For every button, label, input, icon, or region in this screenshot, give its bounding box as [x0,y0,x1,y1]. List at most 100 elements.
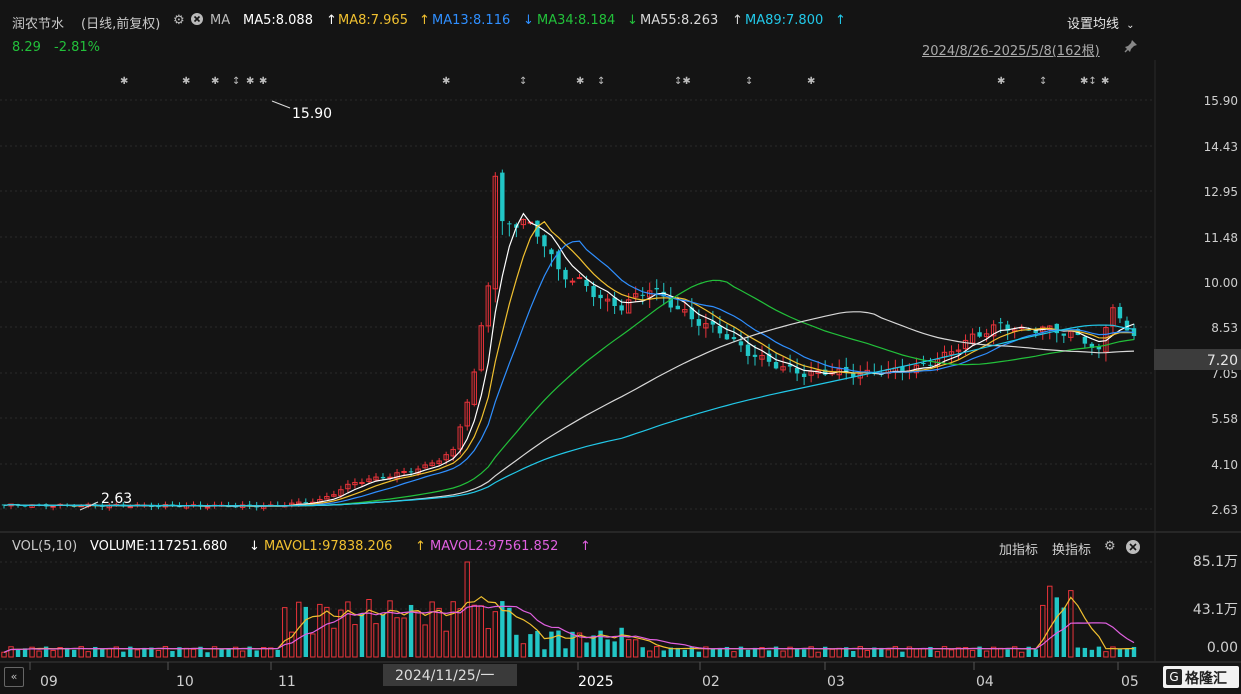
current-price-tag: 7.20 [1207,353,1238,369]
low-label: 2.63 [101,491,132,507]
candle-body [507,223,512,225]
candle-body [675,305,680,310]
candle-body [640,294,645,296]
volume-bar [542,649,547,657]
candle-body [745,344,751,356]
volume-bar [142,647,147,657]
add-indicator-button[interactable]: 加指标 [999,539,1038,558]
volume-bar [710,648,716,657]
svg-text:↕: ↕ [745,76,753,87]
volume-bar [851,651,856,657]
volume-bar [625,639,632,658]
ma-line-34 [3,279,1135,507]
ma-line-8 [3,220,1135,507]
volume-bar [1047,585,1053,658]
scroll-left-button[interactable]: « [4,667,24,687]
volume-axis: 85.1万 43.1万 0.00 [1193,554,1238,656]
volume-bar [310,633,316,658]
candle-body [731,337,737,340]
volume-bar [913,648,920,658]
volume-bar [983,650,990,658]
price-tick: 14.43 [1204,140,1238,154]
kline-chart[interactable]: ✱ ✱ ✱ ↕ ✱ ✱ ✱ ↕ ✱ ↕ ↕✱ ↕ ✱ ✱ ↕ ✱↕ ✱ 15.90 2.63 15.9… [0,0,1241,694]
svg-text:↕: ↕ [1039,76,1047,87]
price-tick: 12.95 [1204,185,1238,199]
volume-bar [647,650,653,658]
volume-bar [549,631,554,657]
volume-bar [1005,649,1010,657]
volume-bar [317,603,323,658]
svg-text:↕✱: ↕✱ [674,76,691,87]
volume-bar [408,604,414,657]
logo-mark-icon: G [1166,669,1182,685]
candle-body [1117,306,1123,319]
volume-bar [324,606,330,658]
volume-bar [1033,649,1038,657]
ma-line-5 [3,212,1135,508]
volume-bar [8,646,14,658]
volume-bar [331,627,337,658]
mavol2-value: MAVOL2:97561.852 [430,539,559,554]
close-icon[interactable] [1126,540,1140,558]
volume-bar [780,650,786,658]
volume-bar [106,648,112,658]
volume-bar [492,611,499,658]
candle-body [928,364,933,366]
volume-bar [457,608,463,658]
volume-bar [920,648,927,658]
volume-bar [485,628,491,658]
candle-body [591,286,596,298]
ma-line-13 [3,240,1135,507]
volume-bar [1061,607,1067,657]
candle-body [738,341,744,346]
svg-text:✱↕: ✱↕ [1080,76,1097,87]
volume-bar [155,649,162,658]
volume-bar [997,647,1004,658]
ma-line-89 [3,324,1135,507]
volume-bar [239,650,246,658]
candle-body [359,482,365,485]
volume-bar [190,648,197,658]
volume-bar [205,652,210,657]
volume-bar [1096,646,1102,657]
gear-icon[interactable]: ⚙ [1104,539,1116,554]
svg-text:↕: ↕ [597,76,605,87]
candle-body [921,363,926,365]
volume-bar [100,648,105,657]
volume-bar [443,630,449,658]
volume-bar [934,651,941,658]
mavol1-value: MAVOL1:97838.206 [264,539,393,554]
high-pointer [271,100,291,109]
svg-text:✱: ✱ [211,76,219,87]
svg-text:↕: ↕ [519,76,527,87]
candle-body [401,470,407,473]
volume-bar [1019,651,1025,658]
candle-body [549,249,554,255]
volume-bar [183,647,190,658]
volume-bar [1117,648,1123,657]
candle-body [619,305,624,311]
volume-bar [394,617,400,658]
volume-bar [864,649,870,658]
volume-bar [696,651,702,657]
candle-body [563,269,568,280]
volume-bar [1075,647,1081,657]
volume-bar [528,634,533,657]
switch-indicator-button[interactable]: 换指标 [1052,539,1091,558]
volume-bar [584,642,589,657]
candle-body [500,172,505,222]
volume-bar [366,599,372,658]
volume-bar [794,648,800,657]
candle-body [598,294,603,299]
volume-bar [50,649,56,658]
volume-bar [36,650,42,658]
volume-bar [682,649,688,657]
candle-body [654,287,659,290]
candle-body [752,354,758,357]
high-label: 15.90 [292,106,332,122]
svg-text:✱: ✱ [246,76,254,87]
candle-body [584,279,589,287]
candle-body [303,502,309,504]
volume-bar [507,607,512,657]
volume-bar [948,649,955,658]
